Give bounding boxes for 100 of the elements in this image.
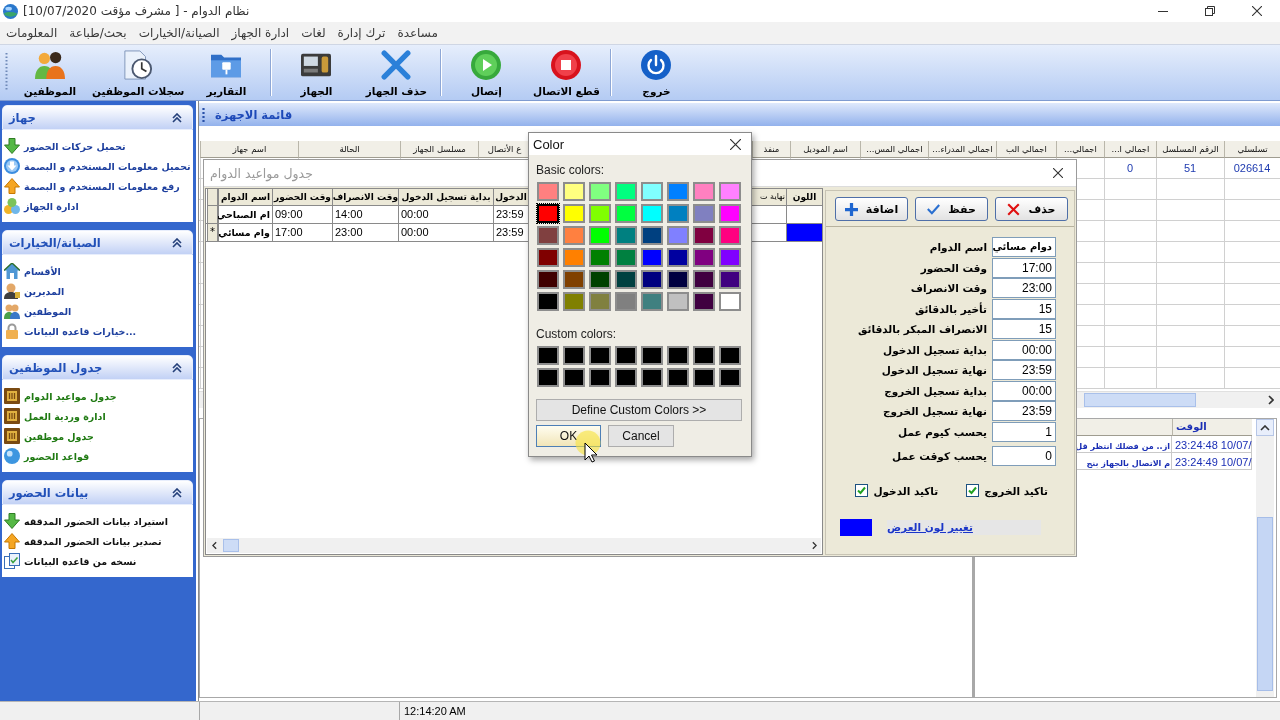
color-swatch[interactable] xyxy=(588,367,612,388)
color-swatch[interactable] xyxy=(562,269,586,290)
color-swatch[interactable] xyxy=(692,247,716,268)
color-swatch[interactable] xyxy=(562,203,586,224)
color-swatch[interactable] xyxy=(718,345,742,366)
toolbar-button[interactable]: حذف الجهاز xyxy=(356,45,437,100)
scrollbar-thumb[interactable] xyxy=(1084,393,1196,407)
scroll-right-icon[interactable] xyxy=(811,541,817,550)
color-swatch[interactable] xyxy=(640,345,664,366)
toolbar-button[interactable]: إتصال xyxy=(446,45,527,100)
color-swatch[interactable] xyxy=(640,291,664,312)
color-swatch[interactable] xyxy=(562,345,586,366)
color-swatch[interactable] xyxy=(536,345,560,366)
color-swatch[interactable] xyxy=(614,181,638,202)
input-field[interactable]: 23:59 xyxy=(992,360,1056,380)
input-field[interactable]: دوام مسائي xyxy=(992,237,1056,257)
input-field[interactable]: 00:00 xyxy=(992,339,1056,360)
input-field[interactable]: 15 xyxy=(992,298,1056,319)
color-swatch[interactable] xyxy=(640,203,664,224)
column-header[interactable]: اجمالي المس... xyxy=(860,141,928,158)
sidebar-item[interactable]: تحميل حركات الحضور xyxy=(2,136,193,156)
color-swatch[interactable] xyxy=(692,225,716,246)
sidebar-item[interactable]: خيارات قاعده البيانات... xyxy=(2,321,193,341)
input-field[interactable]: 1 xyxy=(992,421,1056,442)
column-header[interactable]: اللون xyxy=(786,189,822,206)
scrollbar-thumb[interactable] xyxy=(223,539,239,552)
color-swatch[interactable] xyxy=(666,269,690,290)
column-header[interactable]: مسلسل الجهاز xyxy=(400,141,478,158)
input-field[interactable]: 23:59 xyxy=(992,401,1056,421)
input-field[interactable]: 17:00 xyxy=(992,257,1056,278)
color-swatch[interactable] xyxy=(692,367,716,388)
color-swatch[interactable] xyxy=(718,225,742,246)
sidebar-item[interactable]: استيراد بيانات الحضور المدققه xyxy=(2,511,193,531)
color-swatch[interactable] xyxy=(614,269,638,290)
sidebar-item[interactable]: جدول مواعيد الدوام xyxy=(2,386,193,406)
column-header[interactable]: اسم الدوام xyxy=(218,189,272,206)
change-color-link[interactable]: تغيير لون العرض xyxy=(887,520,1041,535)
color-swatch[interactable] xyxy=(666,181,690,202)
row-header[interactable] xyxy=(207,189,218,206)
color-swatch[interactable] xyxy=(718,181,742,202)
color-swatch[interactable] xyxy=(614,345,638,366)
color-swatch[interactable] xyxy=(536,225,560,246)
color-swatch[interactable] xyxy=(562,247,586,268)
column-header[interactable]: وقت الانصراف xyxy=(332,189,398,206)
column-header[interactable]: وقت الحضور xyxy=(272,189,332,206)
color-swatch[interactable] xyxy=(692,291,716,312)
color-swatch[interactable] xyxy=(588,269,612,290)
color-swatch[interactable] xyxy=(692,181,716,202)
form-button[interactable]: حفظ xyxy=(915,197,988,221)
color-swatch[interactable] xyxy=(536,247,560,268)
sidebar-item[interactable]: الموظفين xyxy=(2,301,193,321)
column-header[interactable]: اجمالي ا... xyxy=(1104,141,1156,158)
section-header[interactable]: الصيانة/الخيارات xyxy=(2,230,193,255)
toolbar-button[interactable]: سجلات الموظفين xyxy=(90,45,187,100)
color-swatch[interactable] xyxy=(536,269,560,290)
color-swatch[interactable] xyxy=(614,247,638,268)
color-swatch[interactable] xyxy=(718,269,742,290)
menu-item[interactable]: مساعدة xyxy=(391,23,444,43)
toolbar-button[interactable]: قطع الاتصال xyxy=(526,45,607,100)
color-swatch[interactable] xyxy=(640,269,664,290)
toolbar-button[interactable]: التقارير xyxy=(186,45,267,100)
color-swatch[interactable] xyxy=(588,345,612,366)
input-field[interactable]: 00:00 xyxy=(992,380,1056,401)
checkbox[interactable] xyxy=(855,484,869,497)
column-header[interactable]: اسم جهاز xyxy=(200,141,298,158)
section-header[interactable]: بيانات الحضور xyxy=(2,480,193,505)
horizontal-scrollbar[interactable] xyxy=(207,538,821,553)
column-header[interactable]: اسم الموديل xyxy=(790,141,860,158)
color-swatch[interactable] xyxy=(666,247,690,268)
color-swatch[interactable] xyxy=(536,291,560,312)
cancel-button[interactable]: Cancel xyxy=(608,425,674,447)
color-swatch[interactable] xyxy=(666,345,690,366)
sidebar-item[interactable]: الأقسام xyxy=(2,261,193,281)
checkbox[interactable] xyxy=(966,484,980,497)
section-header[interactable]: جهاز xyxy=(2,105,193,130)
sidebar-item[interactable]: رفع معلومات المستخدم و البصمة xyxy=(2,176,193,196)
menu-item[interactable]: ادارة الجهاز xyxy=(225,23,296,43)
color-swatch[interactable] xyxy=(718,247,742,268)
column-header[interactable]: ع الأتصال xyxy=(478,141,530,158)
color-swatch[interactable] xyxy=(562,225,586,246)
color-swatch[interactable] xyxy=(588,291,612,312)
color-swatch[interactable] xyxy=(666,203,690,224)
sidebar-item[interactable]: تصدير بيانات الحضور المدققه xyxy=(2,531,193,551)
sidebar-item[interactable]: ادارة وردية العمل xyxy=(2,406,193,426)
sidebar-item[interactable]: قواعد الحضور xyxy=(2,446,193,466)
color-swatch[interactable] xyxy=(614,291,638,312)
color-swatch[interactable] xyxy=(588,247,612,268)
sidebar-item[interactable]: المديرين xyxy=(2,281,193,301)
color-swatch[interactable] xyxy=(718,291,742,312)
column-header[interactable]: الدخول xyxy=(493,189,528,206)
color-swatch[interactable] xyxy=(588,181,612,202)
column-header[interactable]: تسلسلي xyxy=(1224,141,1280,158)
column-header[interactable]: منفذ xyxy=(752,141,790,158)
menu-item[interactable]: ترك إدارة xyxy=(331,23,392,43)
color-swatch[interactable] xyxy=(640,367,664,388)
color-swatch[interactable] xyxy=(614,203,638,224)
color-swatch[interactable] xyxy=(536,203,560,224)
row-header[interactable] xyxy=(207,206,218,224)
column-header[interactable]: اجمالي الب xyxy=(996,141,1056,158)
input-field[interactable]: 0 xyxy=(992,445,1056,466)
